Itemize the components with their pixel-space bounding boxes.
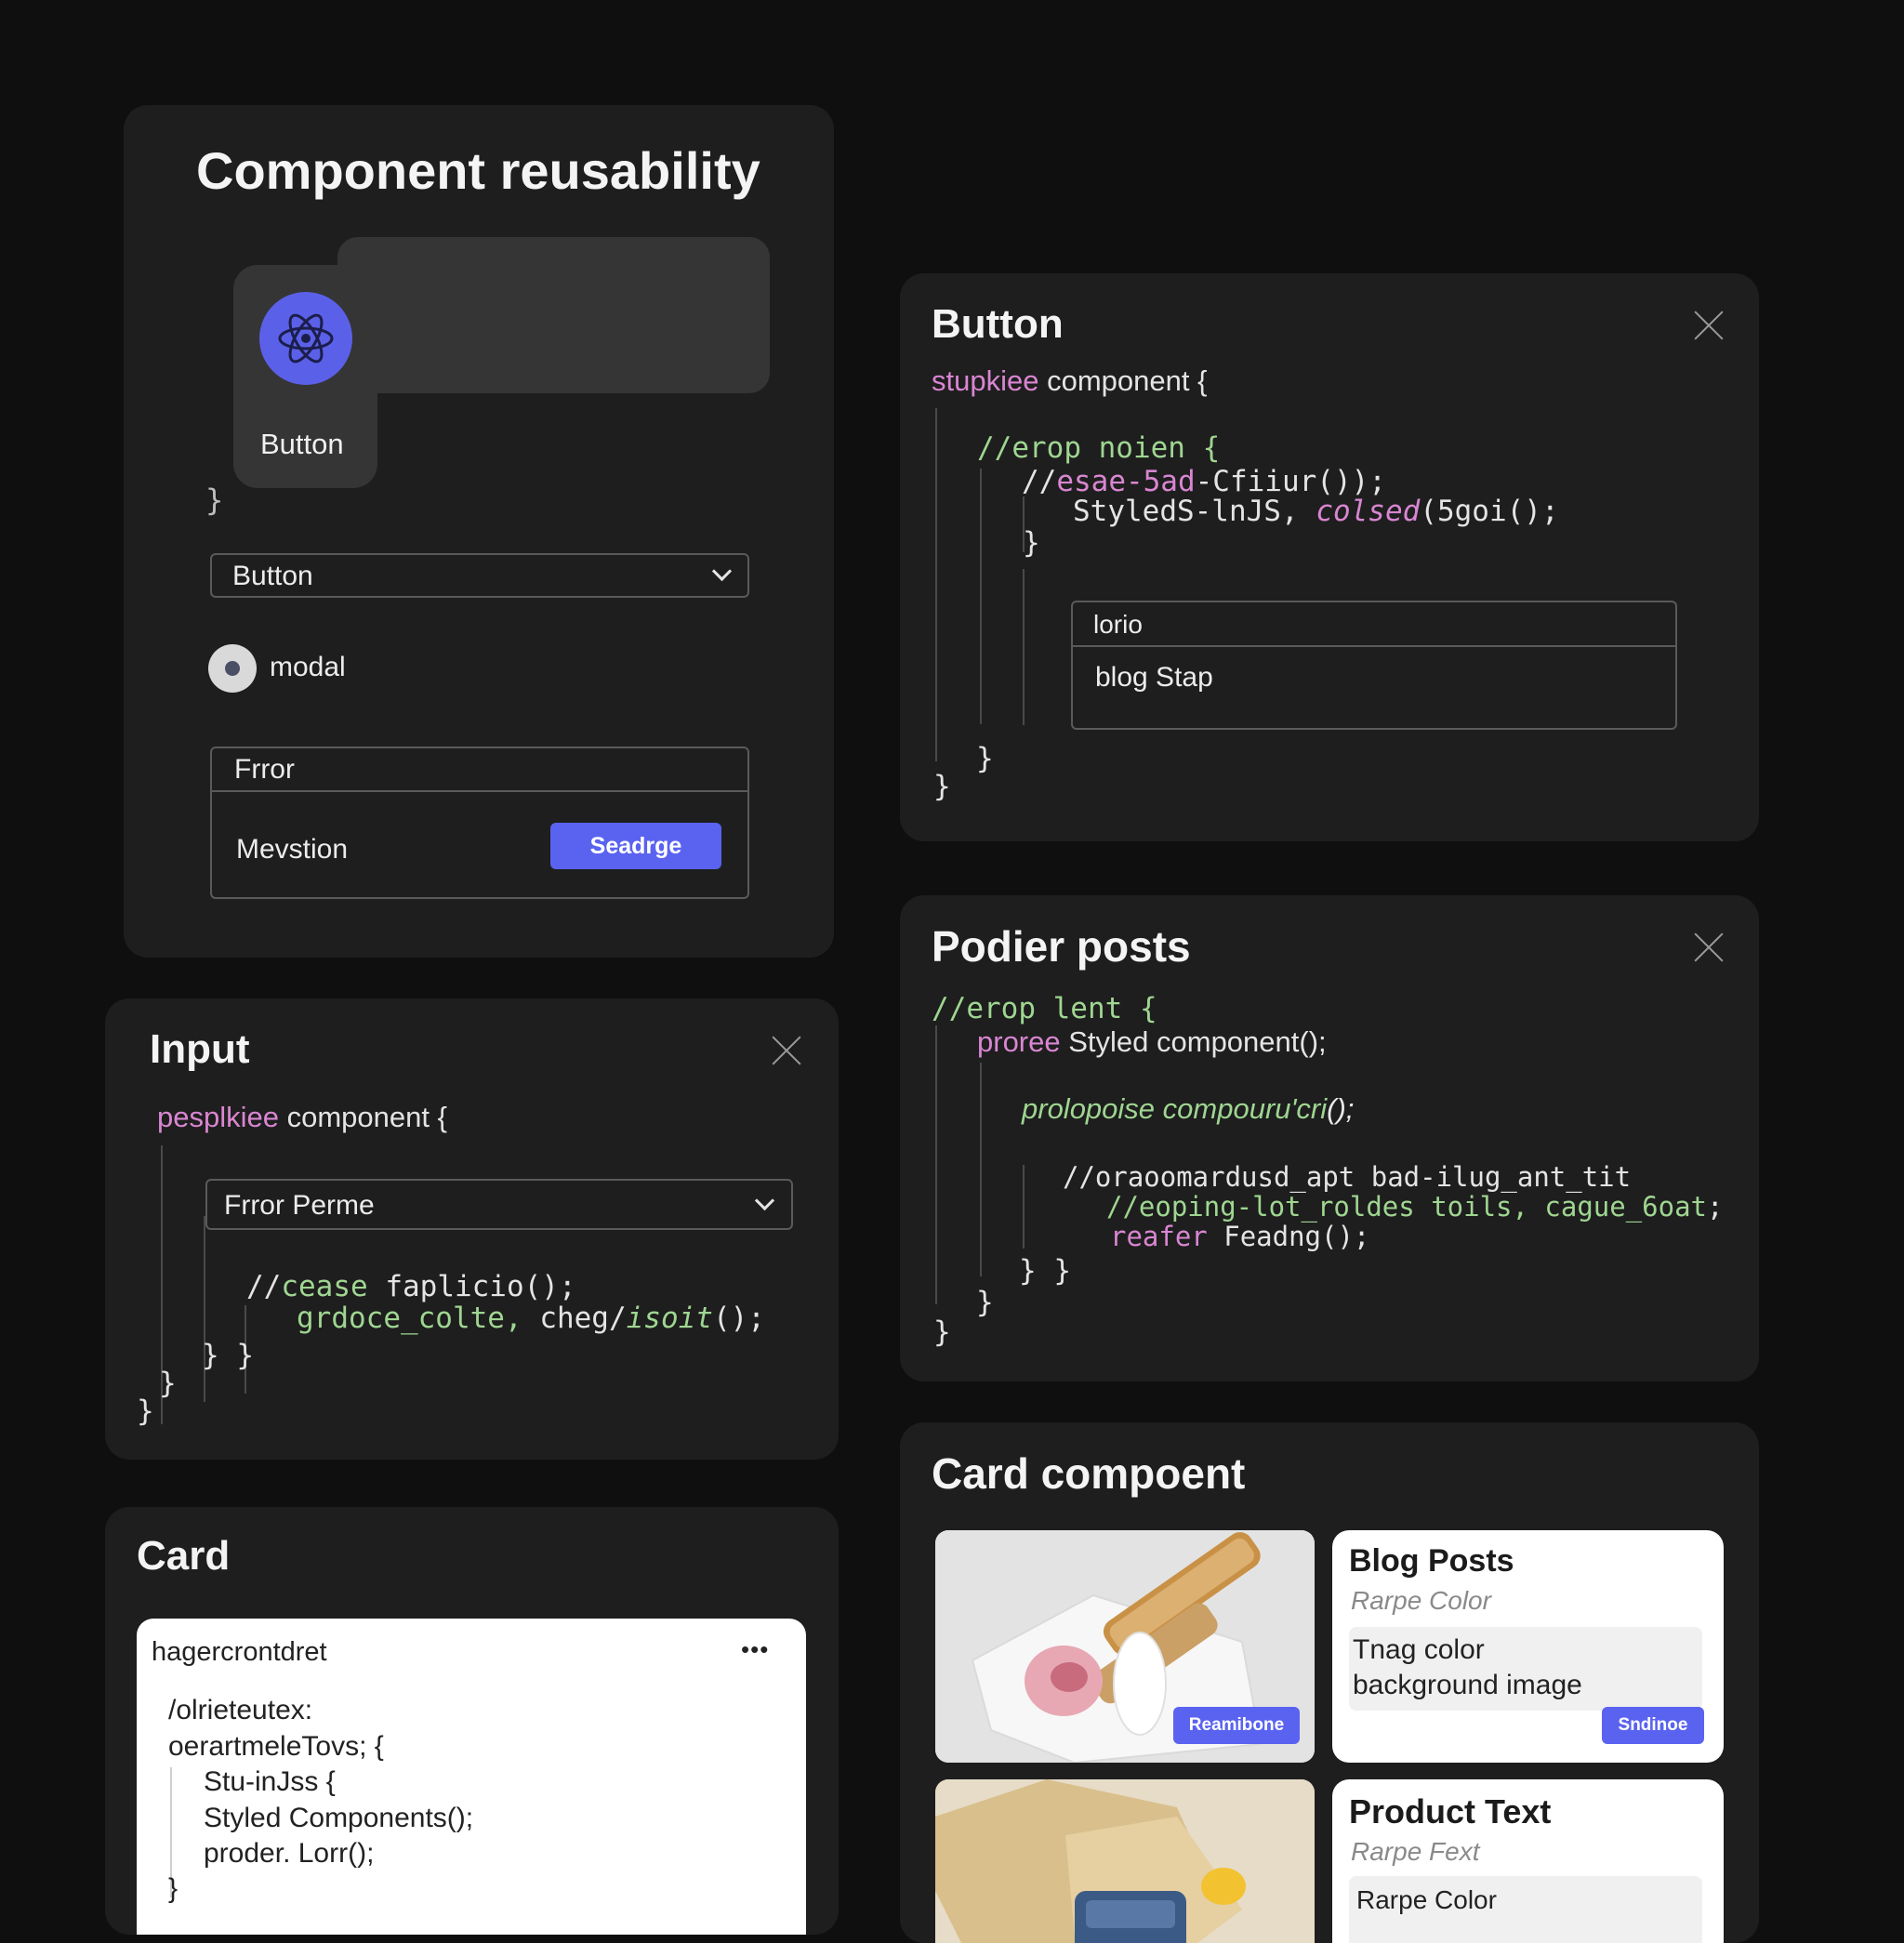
code-line: //oraoomardusd_apt bad-ilug_ant_tit <box>1063 1161 1632 1193</box>
code-line: reafer Feadng(); <box>1110 1221 1370 1252</box>
box-text: blog Stap <box>1095 662 1213 693</box>
react-atom-icon <box>259 292 352 385</box>
product-card-subtitle: Rarpe Fext <box>1351 1837 1480 1866</box>
card-panel: Card hagercrontdret ••• /olrieteutex: oe… <box>105 1507 839 1935</box>
code-line: //cease faplicio(); <box>246 1270 576 1303</box>
indent-guide <box>204 1216 205 1402</box>
code-line: stupkiee component { <box>932 364 1208 397</box>
form-group-box: Frror Mevstion Seadrge <box>210 747 749 899</box>
button-code-panel: Button stupkiee component { //erop noien… <box>900 273 1759 841</box>
closing-brace: } <box>205 482 224 518</box>
code-line: StyledS-lnJS, colsed(5goi(); <box>1073 495 1559 528</box>
code-line: } <box>976 742 994 775</box>
card-code-line: Stu-inJss { <box>204 1766 336 1797</box>
divider <box>212 790 747 792</box>
preview-tab-shape <box>337 237 770 393</box>
food-photo[interactable]: Reamibone <box>935 1530 1315 1763</box>
blog-card-subtitle: Rarpe Color <box>1351 1586 1491 1615</box>
code-line: } <box>933 770 951 803</box>
code-line: //esae-5ad-Cfiiur()); <box>1022 465 1386 498</box>
close-icon[interactable] <box>770 1034 803 1067</box>
blog-box-line: Tnag color <box>1353 1634 1485 1665</box>
component-select[interactable]: Button <box>210 553 749 598</box>
indent-guide <box>980 469 982 724</box>
chevron-down-icon <box>754 1190 775 1211</box>
close-icon[interactable] <box>1692 931 1726 964</box>
search-button[interactable]: Seadrge <box>550 823 721 869</box>
card-code-line: oerartmeleTovs; { <box>168 1731 384 1762</box>
code-line: } } <box>1019 1254 1071 1288</box>
button-preview-label: Button <box>260 428 344 460</box>
divider <box>1073 645 1675 647</box>
product-card-box: Rarpe Color <box>1349 1876 1702 1943</box>
indent-guide <box>1023 1165 1025 1249</box>
blog-action-button[interactable]: Sndinoe <box>1602 1707 1704 1744</box>
indent-guide <box>980 1063 982 1276</box>
panel-title: Card compoent <box>932 1449 1246 1498</box>
panel-title: Card <box>137 1533 231 1579</box>
card-code-line: Styled Components(); <box>204 1803 474 1833</box>
panel-title: Podier posts <box>932 922 1191 971</box>
product-card-title: Product Text <box>1349 1792 1552 1831</box>
input-code-panel: Input pesplkiee component { Frror Perme … <box>105 998 839 1460</box>
more-dots-icon[interactable]: ••• <box>741 1635 769 1664</box>
blog-card-title: Blog Posts <box>1349 1543 1514 1579</box>
card-preview[interactable]: hagercrontdret ••• /olrieteutex: oerartm… <box>137 1619 806 1935</box>
image-action-button[interactable]: Reamibone <box>1173 1707 1300 1744</box>
card-code-line: /olrieteutex: <box>168 1695 313 1725</box>
card-component-panel: Card compoent Reamibone Blog Posts Rarpe… <box>900 1422 1759 1943</box>
indent-guide <box>935 408 937 761</box>
form-group-title: Frror <box>234 754 295 785</box>
radio-label: modal <box>270 652 346 682</box>
posts-code-panel: Podier posts //erop lent { proree Styled… <box>900 895 1759 1381</box>
code-line: proree Styled component(); <box>977 1025 1327 1058</box>
code-line: } <box>933 1315 951 1349</box>
box-title: lorio <box>1093 610 1143 639</box>
card-code-line: proder. Lorr(); <box>204 1838 375 1869</box>
blog-box-line: background image <box>1353 1670 1582 1700</box>
food-photo[interactable] <box>935 1779 1315 1943</box>
form-group-text: Mevstion <box>236 834 349 865</box>
code-line: grdoce_colte, cheg/isoit(); <box>297 1302 765 1335</box>
panel-title: Button <box>932 301 1064 347</box>
code-line: //erop noien { <box>977 431 1221 465</box>
blog-posts-card[interactable]: Blog Posts Rarpe Color Tnag color backgr… <box>1332 1530 1724 1763</box>
code-line: //eoping-lot_roldes toils, cague_6oat; <box>1106 1191 1724 1223</box>
card-preview-title: hagercrontdret <box>152 1637 327 1667</box>
component-reusability-panel: Component reusability Button } Button mo… <box>124 105 834 958</box>
button-preview-tile[interactable]: Button <box>233 265 377 488</box>
code-line: prolopoise compouru'cri(); <box>1022 1092 1355 1125</box>
code-line: } <box>1023 526 1040 560</box>
blog-card-box: Tnag color background image <box>1349 1627 1702 1711</box>
code-block-box: lorio blog Stap <box>1071 601 1677 730</box>
panel-title: Component reusability <box>196 141 760 200</box>
chevron-down-icon <box>711 561 733 582</box>
card-code-line: } <box>168 1873 178 1904</box>
close-icon[interactable] <box>1692 309 1726 342</box>
panel-title: Input <box>150 1026 250 1072</box>
error-select-value: Frror Perme <box>224 1190 375 1221</box>
component-select-value: Button <box>232 561 313 591</box>
indent-guide <box>935 1025 937 1304</box>
indent-guide <box>1023 569 1025 725</box>
code-line: pesplkiee component { <box>157 1101 447 1133</box>
code-line: } <box>159 1367 177 1400</box>
product-box-line: Rarpe Color <box>1356 1885 1497 1914</box>
code-line: } <box>976 1286 994 1319</box>
radio-dot-icon <box>208 644 257 693</box>
product-text-card[interactable]: Product Text Rarpe Fext Rarpe Color <box>1332 1779 1724 1943</box>
modal-radio[interactable]: modal <box>208 642 394 694</box>
code-line: } } <box>202 1339 254 1372</box>
error-select[interactable]: Frror Perme <box>205 1179 793 1230</box>
code-line: } <box>137 1394 154 1428</box>
code-line: //erop lent { <box>932 992 1157 1025</box>
